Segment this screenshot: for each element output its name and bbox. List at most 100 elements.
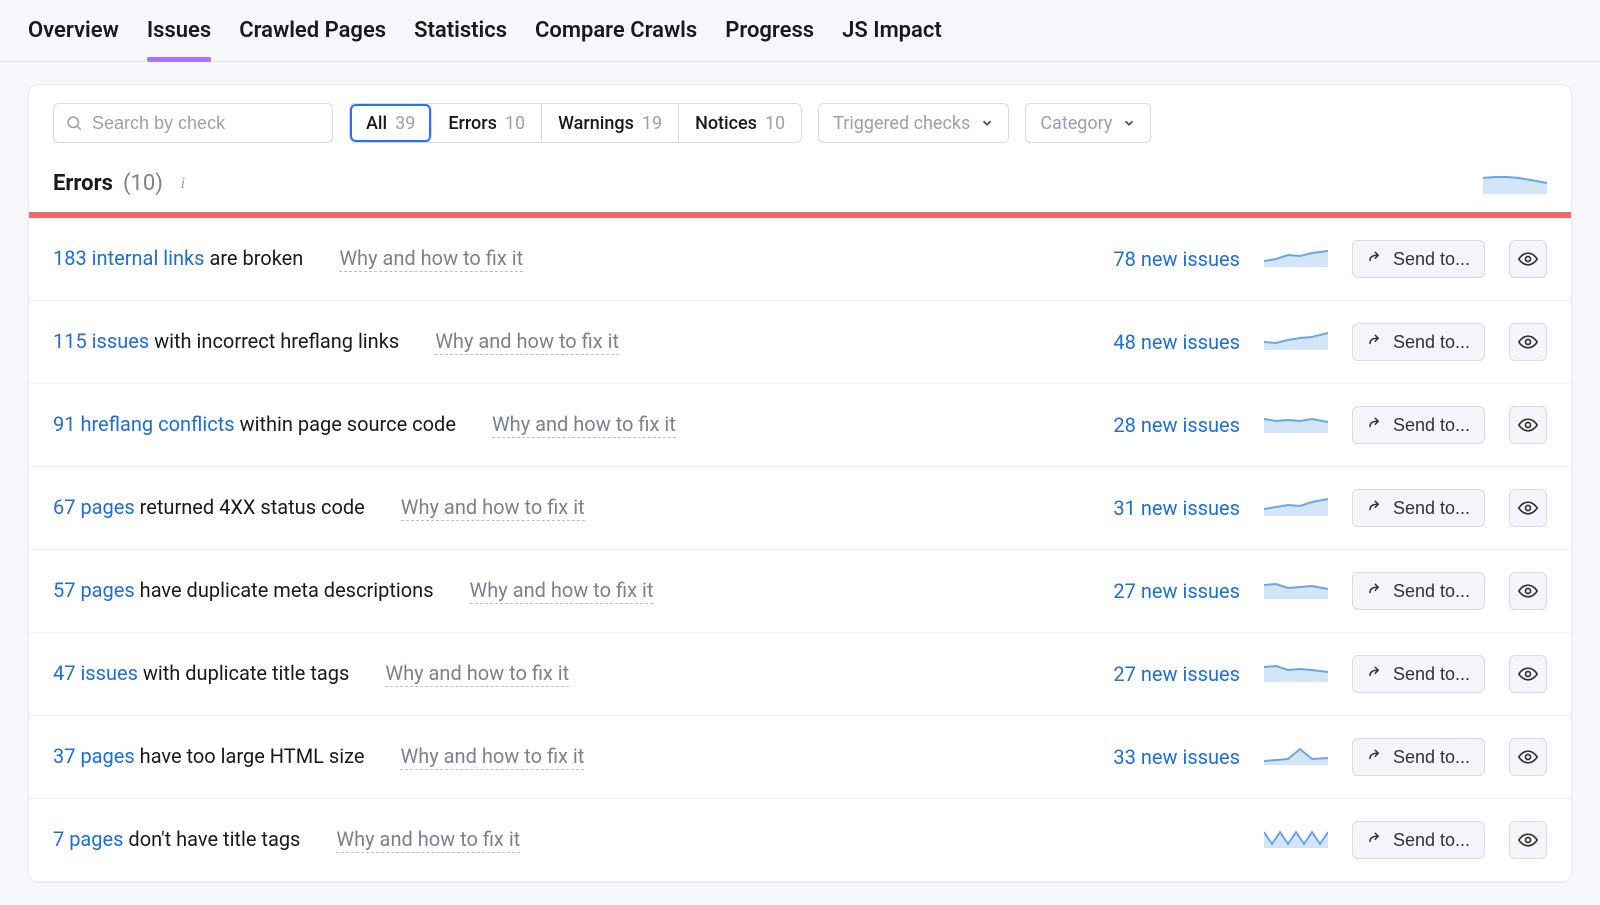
tab-progress[interactable]: Progress [725,18,814,61]
issue-count-link[interactable]: 67 pages [53,495,135,519]
tab-compare-crawls[interactable]: Compare Crawls [535,18,697,61]
filter-count: 10 [505,113,525,134]
why-and-how-link[interactable]: Why and how to fix it [339,246,523,272]
eye-icon [1518,830,1538,850]
new-issues-link[interactable]: 78 new issues [1090,247,1240,271]
issue-count-link[interactable]: 47 issues [53,661,138,685]
triggered-checks-dropdown[interactable]: Triggered checks [818,103,1009,143]
issue-description[interactable]: 91 hreflang conflicts within page source… [53,412,456,436]
new-issues-link[interactable]: 48 new issues [1090,330,1240,354]
issue-text: have too large HTML size [135,744,365,768]
filter-label: All [366,113,387,134]
send-to-button[interactable]: Send to... [1352,406,1485,444]
send-to-button[interactable]: Send to... [1352,738,1485,776]
send-to-label: Send to... [1393,498,1470,519]
issue-row: 37 pages have too large HTML size Why and… [29,716,1571,799]
share-arrow-icon [1367,831,1385,849]
view-button[interactable] [1509,738,1547,776]
row-sparkline [1264,329,1328,355]
row-sparkline [1264,661,1328,687]
send-to-button[interactable]: Send to... [1352,240,1485,278]
new-issues-link[interactable]: 27 new issues [1090,662,1240,686]
tab-statistics[interactable]: Statistics [414,18,507,61]
issue-description[interactable]: 7 pages don't have title tags [53,827,300,851]
category-dropdown[interactable]: Category [1025,103,1151,143]
search-icon [65,114,83,132]
eye-icon [1518,747,1538,767]
why-and-how-link[interactable]: Why and how to fix it [401,495,585,521]
issue-description[interactable]: 115 issues with incorrect hreflang links [53,329,399,353]
why-and-how-link[interactable]: Why and how to fix it [385,661,569,687]
new-issues-link[interactable]: 31 new issues [1090,496,1240,520]
row-sparkline [1264,578,1328,604]
search-input[interactable] [53,103,333,143]
issue-count-link[interactable]: 37 pages [53,744,135,768]
filter-segments: All39Errors10Warnings19Notices10 [349,103,802,143]
eye-icon [1518,332,1538,352]
view-button[interactable] [1509,406,1547,444]
filter-count: 19 [642,113,662,134]
issue-text: within page source code [235,412,456,436]
issue-main: 67 pages returned 4XX status code Why and… [53,495,1066,521]
new-issues-link[interactable]: 27 new issues [1090,579,1240,603]
send-to-button[interactable]: Send to... [1352,655,1485,693]
issue-description[interactable]: 37 pages have too large HTML size [53,744,364,768]
new-issues-link[interactable]: 28 new issues [1090,413,1240,437]
issue-text: don't have title tags [123,827,300,851]
view-button[interactable] [1509,489,1547,527]
send-to-label: Send to... [1393,581,1470,602]
row-sparkline [1264,744,1328,770]
why-and-how-link[interactable]: Why and how to fix it [435,329,619,355]
section-sparkline [1483,173,1547,195]
issue-row: 67 pages returned 4XX status code Why and… [29,467,1571,550]
why-and-how-link[interactable]: Why and how to fix it [492,412,676,438]
eye-icon [1518,415,1538,435]
view-button[interactable] [1509,572,1547,610]
row-sparkline [1264,246,1328,272]
filter-warnings[interactable]: Warnings19 [542,104,679,142]
issue-count-link[interactable]: 183 internal links [53,246,205,270]
row-sparkline [1264,412,1328,438]
issue-description[interactable]: 183 internal links are broken [53,246,303,270]
toolbar: All39Errors10Warnings19Notices10 Trigger… [29,103,1571,165]
view-button[interactable] [1509,821,1547,859]
issue-count-link[interactable]: 7 pages [53,827,123,851]
eye-icon [1518,498,1538,518]
send-to-button[interactable]: Send to... [1352,821,1485,859]
issue-count-link[interactable]: 91 hreflang conflicts [53,412,235,436]
send-to-label: Send to... [1393,332,1470,353]
filter-errors[interactable]: Errors10 [432,104,542,142]
issue-main: 57 pages have duplicate meta description… [53,578,1066,604]
info-icon[interactable]: i [173,174,193,194]
issue-description[interactable]: 57 pages have duplicate meta description… [53,578,434,602]
send-to-label: Send to... [1393,249,1470,270]
triggered-checks-label: Triggered checks [833,113,970,134]
tab-js-impact[interactable]: JS Impact [842,18,942,61]
why-and-how-link[interactable]: Why and how to fix it [400,744,584,770]
why-and-how-link[interactable]: Why and how to fix it [470,578,654,604]
send-to-button[interactable]: Send to... [1352,572,1485,610]
send-to-label: Send to... [1393,664,1470,685]
issue-description[interactable]: 47 issues with duplicate title tags [53,661,349,685]
tab-overview[interactable]: Overview [28,18,119,61]
issue-count-link[interactable]: 115 issues [53,329,149,353]
issue-description[interactable]: 67 pages returned 4XX status code [53,495,365,519]
chevron-down-icon [980,116,994,130]
view-button[interactable] [1509,240,1547,278]
tab-issues[interactable]: Issues [147,18,211,61]
issue-count-link[interactable]: 57 pages [53,578,135,602]
issue-text: with duplicate title tags [138,661,349,685]
filter-notices[interactable]: Notices10 [679,104,801,142]
filter-all[interactable]: All39 [350,104,432,142]
new-issues-link[interactable]: 33 new issues [1090,745,1240,769]
filter-label: Notices [695,113,757,134]
why-and-how-link[interactable]: Why and how to fix it [336,827,520,853]
section-header: Errors (10) i [29,165,1571,212]
view-button[interactable] [1509,655,1547,693]
tab-crawled-pages[interactable]: Crawled Pages [239,18,386,61]
view-button[interactable] [1509,323,1547,361]
send-to-button[interactable]: Send to... [1352,323,1485,361]
share-arrow-icon [1367,582,1385,600]
issue-main: 47 issues with duplicate title tags Why a… [53,661,1066,687]
send-to-button[interactable]: Send to... [1352,489,1485,527]
